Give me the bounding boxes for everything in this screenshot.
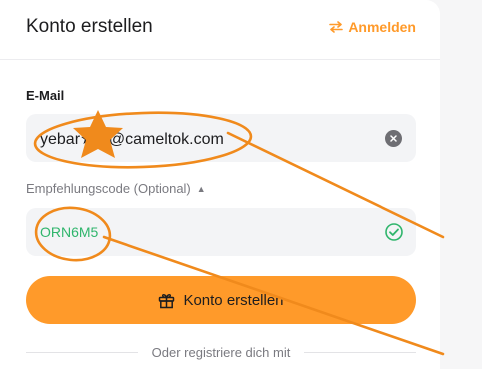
alt-signup-label: Oder registriere dich mit bbox=[151, 344, 291, 360]
login-link-label: Anmelden bbox=[348, 19, 416, 35]
swap-arrows-icon bbox=[329, 21, 344, 33]
card-header: Konto erstellen Anmelden bbox=[0, 0, 440, 59]
clear-icon[interactable] bbox=[385, 130, 402, 147]
create-account-label: Konto erstellen bbox=[183, 291, 284, 309]
referral-code-field[interactable]: ORN6M5 bbox=[26, 208, 416, 256]
alt-signup-divider: Oder registriere dich mit bbox=[26, 343, 416, 361]
login-link[interactable]: Anmelden bbox=[329, 19, 416, 35]
referral-toggle[interactable]: Empfehlungscode (Optional) ▲ bbox=[26, 181, 206, 196]
referral-toggle-label: Empfehlungscode (Optional) bbox=[26, 181, 191, 196]
page-title: Konto erstellen bbox=[26, 16, 153, 37]
caret-up-icon: ▲ bbox=[196, 183, 206, 194]
header-divider bbox=[0, 59, 440, 60]
divider-line-left bbox=[26, 351, 138, 353]
gift-icon bbox=[159, 293, 175, 308]
referral-code-value: ORN6M5 bbox=[40, 224, 99, 240]
email-value: yebar★•4@cameltok.com bbox=[40, 131, 224, 148]
divider-line-right bbox=[304, 351, 416, 353]
email-field[interactable]: yebar★•4@cameltok.com bbox=[26, 114, 416, 162]
signup-card: Konto erstellen Anmelden E-Mail yebar★•4… bbox=[0, 0, 440, 369]
email-label: E-Mail bbox=[26, 88, 65, 103]
check-circle-icon bbox=[385, 223, 403, 241]
create-account-button[interactable]: Konto erstellen bbox=[26, 276, 416, 324]
